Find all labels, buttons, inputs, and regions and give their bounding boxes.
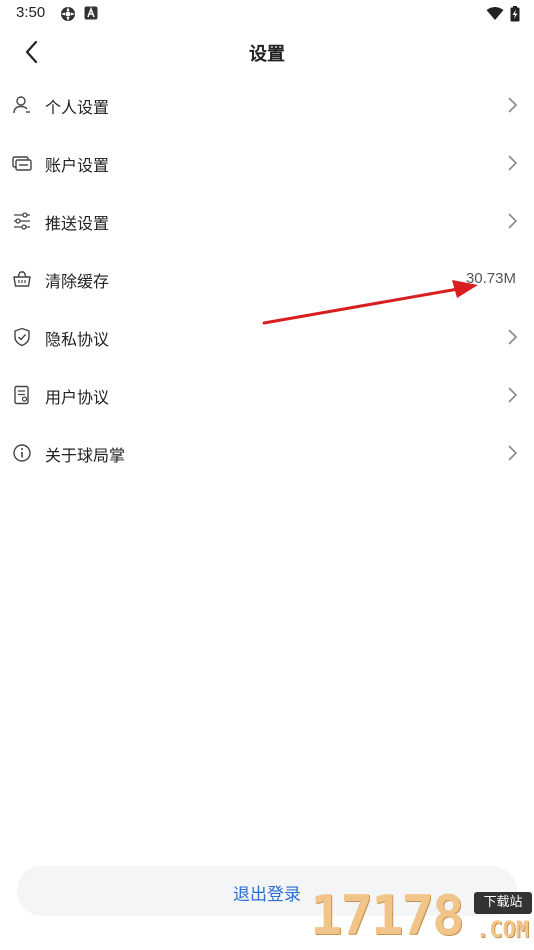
header: 设置: [0, 30, 534, 74]
menu-item-privacy-policy[interactable]: 隐私协议: [0, 308, 534, 366]
gear-badge-icon: [61, 7, 75, 21]
chevron-right-icon: [508, 445, 518, 461]
watermark-badge: 下载站: [474, 892, 532, 914]
basket-icon: [13, 271, 31, 287]
menu-item-user-agreement[interactable]: 用户协议: [0, 366, 534, 424]
menu-item-personal-settings[interactable]: 个人设置: [0, 76, 534, 134]
menu-item-push-settings[interactable]: 推送设置: [0, 192, 534, 250]
info-icon: [13, 444, 31, 462]
chevron-right-icon: [508, 387, 518, 403]
chevron-right-icon: [508, 329, 518, 345]
menu-item-label: 用户协议: [45, 388, 110, 407]
page-title: 设置: [249, 44, 285, 65]
chevron-right-icon: [508, 213, 518, 229]
menu-item-about[interactable]: 关于球局掌: [0, 424, 534, 482]
user-icon: [13, 96, 30, 114]
chevron-right-icon: [508, 155, 518, 171]
menu-item-label: 清除缓存: [45, 272, 110, 291]
shield-check-icon: [14, 327, 30, 347]
menu-item-label: 账户设置: [45, 156, 110, 175]
menu-item-label: 推送设置: [45, 214, 110, 233]
status-bar: 3:50: [0, 0, 534, 30]
menu-item-account-settings[interactable]: 账户设置: [0, 134, 534, 192]
menu-item-label: 关于球局掌: [45, 446, 126, 465]
wifi-icon: [486, 7, 504, 20]
sliders-icon: [14, 212, 30, 230]
menu-item-clear-cache[interactable]: 清除缓存 30.73M: [0, 250, 534, 308]
watermark-com: .COM: [476, 918, 529, 943]
settings-menu: 个人设置 账户设置 推送设置 清除缓存 30.73M 隐私协议 用户协议 关于球…: [0, 76, 534, 482]
chevron-right-icon: [508, 97, 518, 113]
card-icon: [12, 156, 32, 171]
cache-size-value: 30.73M: [465, 270, 516, 287]
battery-charging-icon: [510, 6, 520, 22]
status-time: 3:50: [16, 4, 46, 21]
watermark-logo: 17178 下载站 .COM: [306, 882, 534, 950]
menu-item-label: 个人设置: [45, 98, 110, 117]
document-icon: [14, 385, 29, 405]
a-badge-icon: [84, 6, 98, 20]
menu-item-label: 隐私协议: [45, 330, 110, 349]
watermark-digits: 17178: [310, 884, 465, 947]
